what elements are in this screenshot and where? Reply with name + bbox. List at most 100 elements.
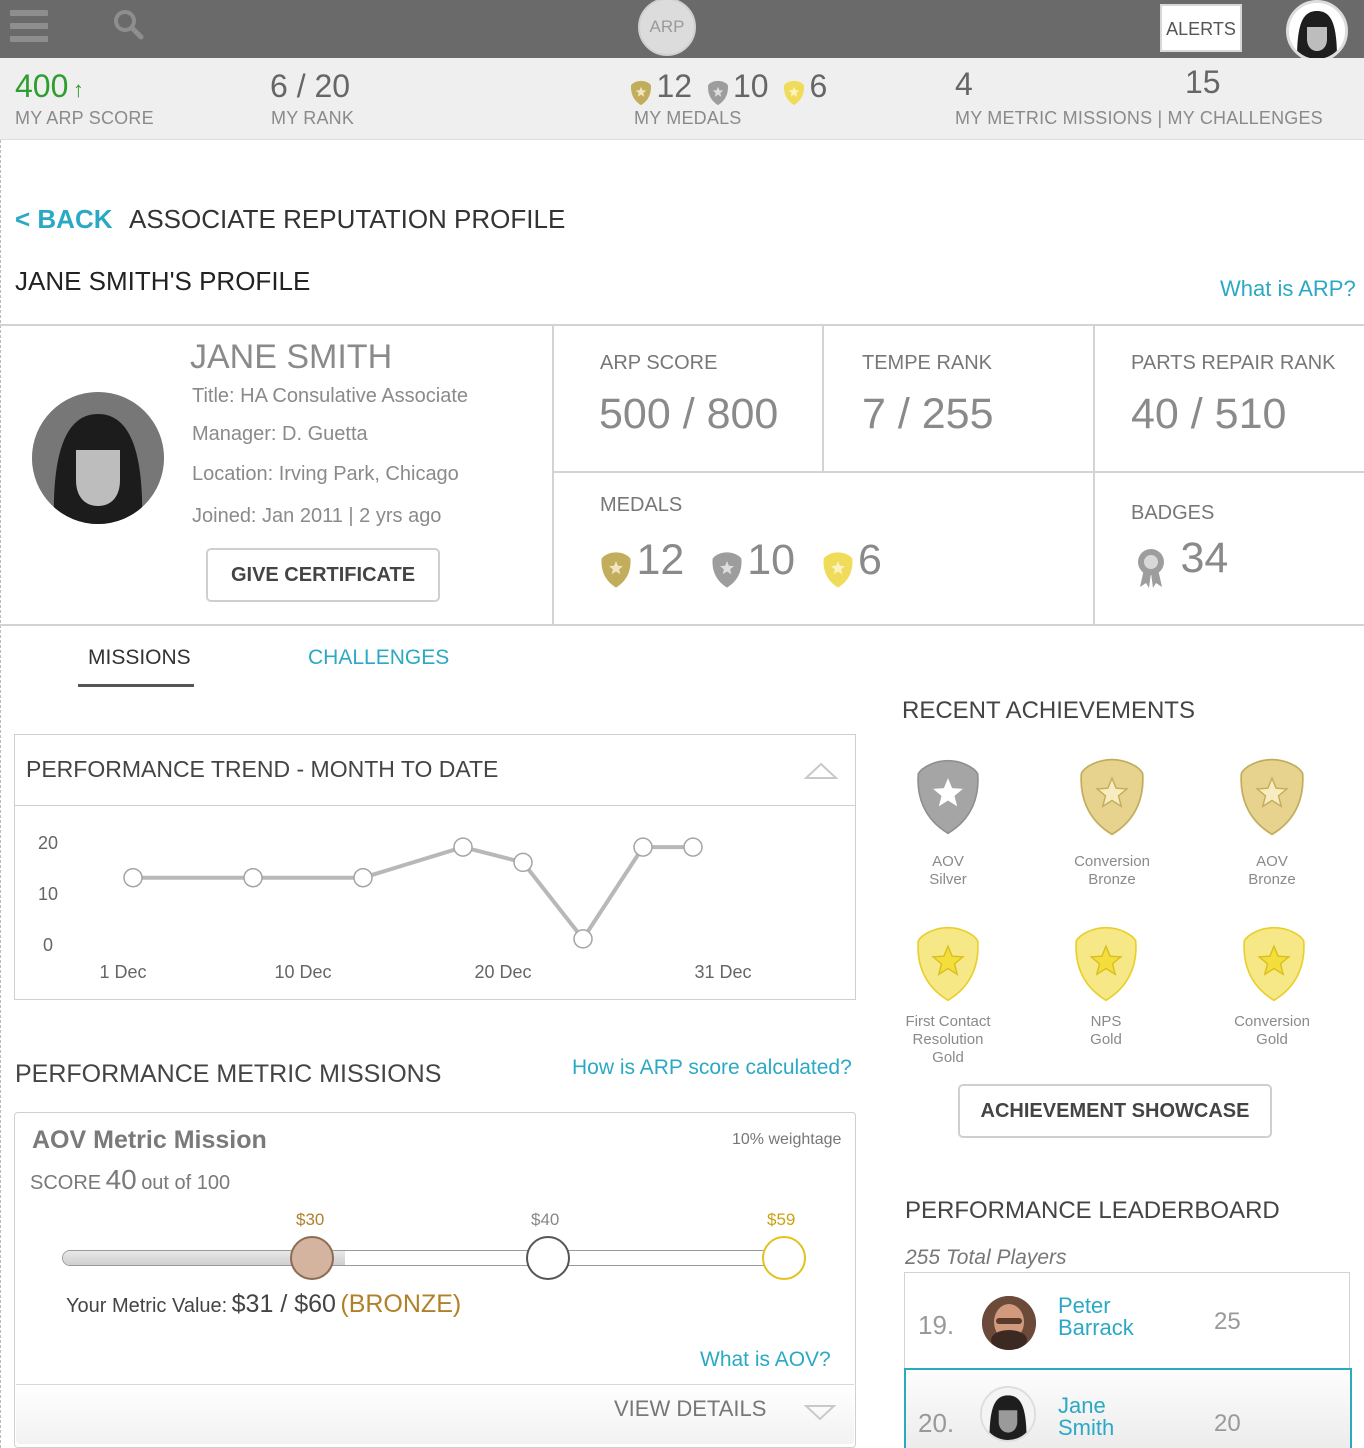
arp-score-value: 400: [15, 68, 69, 104]
x-tick-label: 10 Dec: [274, 962, 331, 982]
rank-value[interactable]: 6 / 20: [270, 68, 350, 105]
expand-chevron-down-icon[interactable]: [803, 1402, 837, 1427]
slider-label-gold: $59: [767, 1210, 796, 1229]
profile-manager: Manager: D. Guetta: [192, 423, 368, 445]
leaderboard-avatar: [982, 1296, 1036, 1350]
badge-ribbon-icon: [1138, 548, 1164, 588]
back-link[interactable]: < BACK: [15, 204, 113, 235]
arp-score-stat[interactable]: 400 ↑: [15, 68, 84, 105]
bronze-medal-count: 6: [857, 536, 882, 584]
challenges-count[interactable]: 15: [1185, 64, 1221, 101]
metric-value-level: (BRONZE): [340, 1290, 462, 1318]
slider-label-bronze: $30: [296, 1210, 325, 1229]
y-tick-label: 0: [43, 935, 53, 955]
active-tab-underline: [78, 684, 194, 687]
view-details-label[interactable]: VIEW DETAILS: [614, 1396, 766, 1422]
trend-point: [123, 867, 143, 888]
divider: [552, 324, 554, 624]
user-avatar[interactable]: [1286, 0, 1348, 62]
achievement-label: AOV Bronze: [1248, 853, 1296, 888]
gold-medal-count: 12: [636, 536, 685, 584]
metric-missions-heading: PERFORMANCE METRIC MISSIONS: [15, 1060, 442, 1088]
aov-bronze-medal-icon[interactable]: [1238, 756, 1306, 843]
leaderboard-avatar: [980, 1386, 1036, 1442]
conversion-gold-medal-icon[interactable]: [1241, 924, 1307, 1009]
badges-count: 34: [1180, 534, 1229, 582]
achievement-label: First Contact Resolution Gold: [905, 1013, 991, 1066]
trend-point: [513, 852, 533, 873]
search-icon[interactable]: [112, 8, 144, 40]
silver-medal-icon: [712, 552, 742, 588]
medals-label: MY MEDALS: [634, 108, 742, 128]
nps-gold-medal-icon[interactable]: [1073, 924, 1139, 1009]
divider: [1093, 324, 1095, 624]
trend-point: [633, 837, 653, 857]
metric-slider-track: [62, 1250, 786, 1266]
divider: [822, 324, 824, 472]
leaderboard-last-name: Barrack: [1058, 1315, 1134, 1340]
arp-score-label: ARP SCORE: [600, 352, 718, 374]
medals-stat[interactable]: 12 10 6: [630, 68, 827, 106]
profile-title: Title: HA Consulative Associate: [192, 385, 469, 407]
alerts-button[interactable]: ALERTS: [1160, 4, 1242, 52]
leaderboard-rank: 19.: [918, 1310, 955, 1340]
page-edge: [0, 140, 1, 1448]
x-tick-label: 31 Dec: [694, 962, 751, 982]
score-prefix: SCORE: [30, 1172, 102, 1194]
arp-calculation-link[interactable]: How is ARP score calculated?: [572, 1056, 852, 1080]
trend-point: [243, 867, 263, 888]
achievement-label: NPS Gold: [1090, 1013, 1122, 1048]
mission-name: AOV Metric Mission: [32, 1126, 267, 1154]
score-suffix: out of 100: [141, 1172, 231, 1194]
recent-achievements-heading: RECENT ACHIEVEMENTS: [902, 697, 1195, 724]
trend-point: [683, 837, 703, 857]
what-is-arp-link[interactable]: What is ARP?: [1220, 276, 1356, 302]
give-certificate-button[interactable]: GIVE CERTIFICATE: [206, 548, 440, 602]
arp-score-value: 500 / 800: [599, 390, 779, 438]
achievement-label: Conversion Gold: [1234, 1013, 1310, 1048]
aov-silver-medal-icon[interactable]: [915, 756, 981, 843]
leaderboard-rank: 20.: [918, 1408, 955, 1438]
gold-threshold-marker[interactable]: [762, 1236, 806, 1280]
leaderboard-row-current-user[interactable]: [904, 1368, 1352, 1448]
what-is-aov-link[interactable]: What is AOV?: [700, 1348, 831, 1372]
trend-line: [133, 845, 693, 943]
achievement-showcase-button[interactable]: ACHIEVEMENT SHOWCASE: [958, 1084, 1272, 1138]
medals-label: MEDALS: [600, 494, 683, 516]
parts-repair-rank-label: PARTS REPAIR RANK: [1131, 352, 1336, 374]
fcr-gold-medal-icon[interactable]: [915, 924, 981, 1009]
tab-missions[interactable]: MISSIONS: [88, 646, 191, 670]
achievement-label: Conversion Bronze: [1074, 853, 1150, 888]
x-tick-label: 20 Dec: [474, 962, 531, 982]
x-tick-label: 1 Dec: [99, 962, 146, 982]
top-nav-bar: ARP ALERTS: [0, 0, 1364, 62]
divider: [0, 624, 1364, 626]
achievement-label: AOV Silver: [929, 853, 967, 888]
gold-medal-icon: [631, 80, 651, 105]
divider: [0, 324, 1364, 326]
arp-score-label: MY ARP SCORE: [15, 108, 154, 128]
leaderboard-first-name: Peter: [1058, 1293, 1111, 1318]
hamburger-menu-icon[interactable]: [10, 10, 48, 44]
divider: [552, 471, 1364, 473]
metric-value-prefix: Your Metric Value:: [66, 1295, 228, 1317]
metric-value-row: Your Metric Value: $31 / $60 (BRONZE): [66, 1290, 461, 1319]
silver-threshold-marker[interactable]: [526, 1236, 570, 1280]
conversion-bronze-medal-icon[interactable]: [1078, 756, 1146, 843]
slider-label-silver: $40: [531, 1210, 560, 1229]
leaderboard-heading: PERFORMANCE LEADERBOARD: [905, 1197, 1280, 1224]
tempe-rank-label: TEMPE RANK: [862, 352, 993, 374]
trend-point: [453, 837, 473, 857]
collapse-chevron-up-icon[interactable]: [803, 760, 839, 787]
leaderboard-last-name: Smith: [1058, 1415, 1115, 1440]
bronze-threshold-marker[interactable]: [290, 1236, 334, 1280]
tab-challenges[interactable]: CHALLENGES: [308, 646, 449, 670]
arp-logo[interactable]: ARP: [638, 0, 696, 56]
missions-challenges-label: MY METRIC MISSIONS | MY CHALLENGES: [955, 108, 1323, 128]
performance-trend-chart: 20 10 0 1 Dec 10 Dec 20 Dec 31 Dec: [38, 833, 752, 982]
bronze-medal-icon: [784, 80, 804, 105]
leaderboard-score: 20: [1214, 1410, 1241, 1437]
metric-missions-count[interactable]: 4: [955, 66, 973, 103]
rank-label: MY RANK: [271, 108, 355, 128]
y-tick-label: 10: [38, 884, 58, 904]
